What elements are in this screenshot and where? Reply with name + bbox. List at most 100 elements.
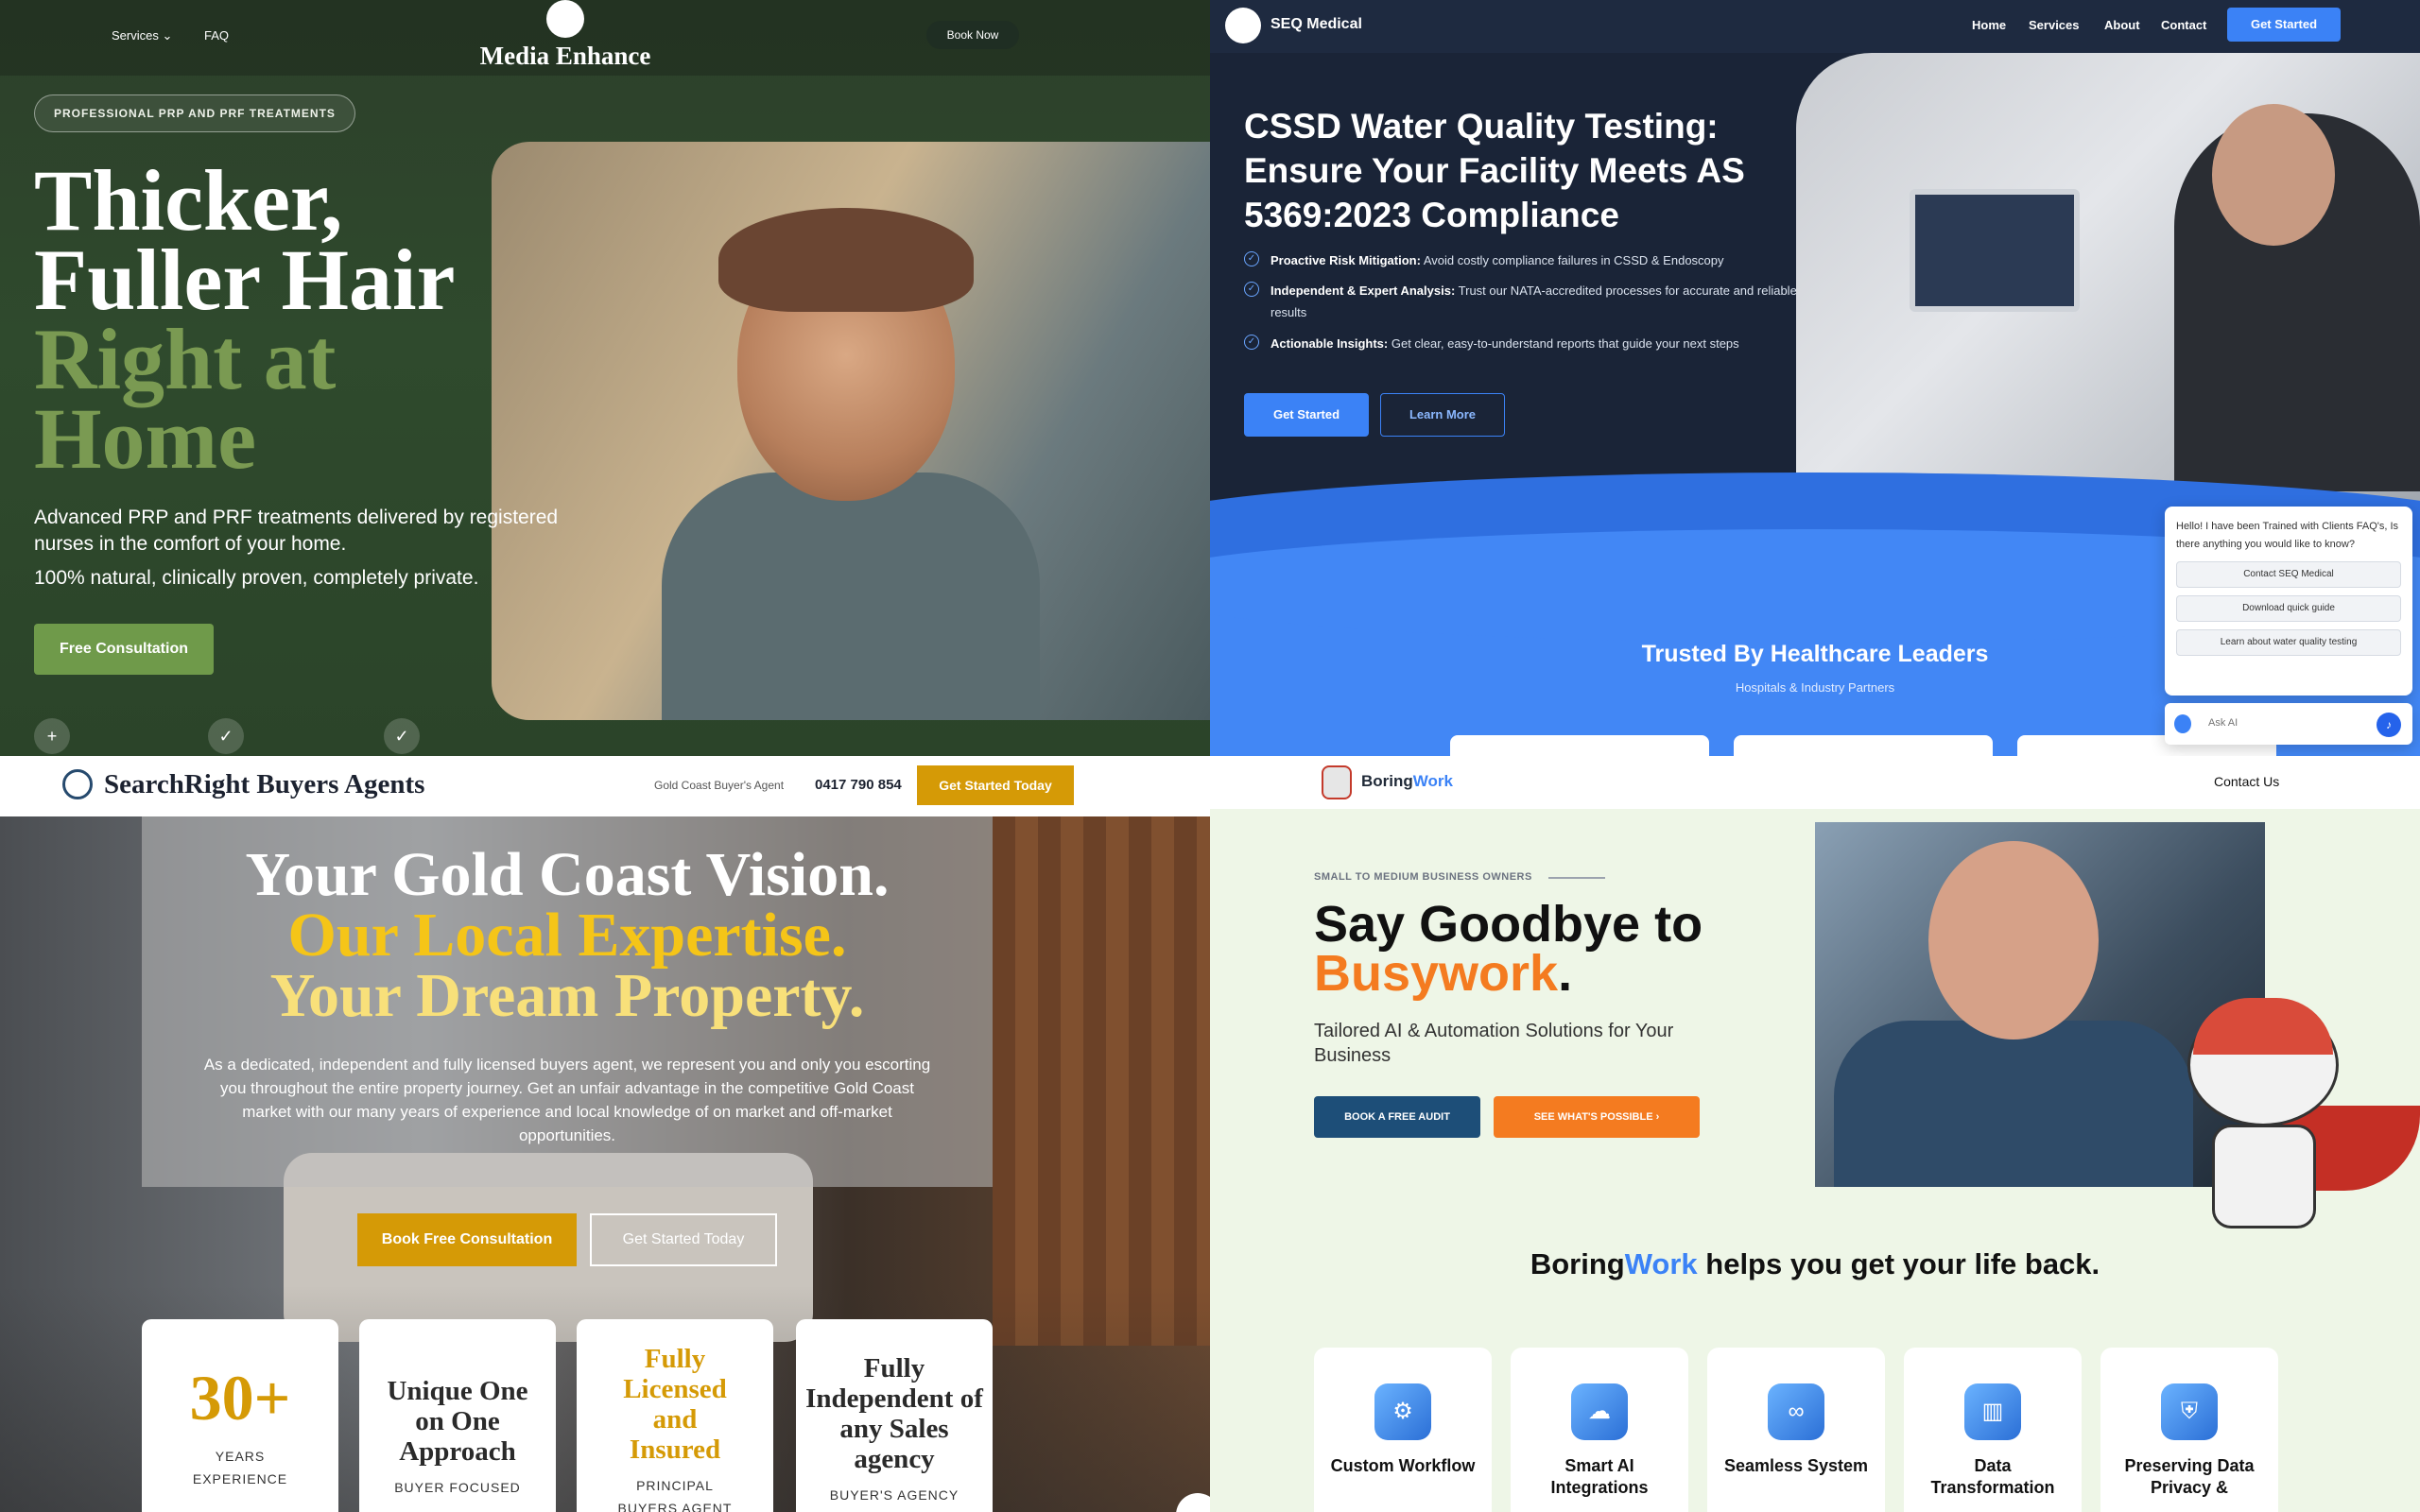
contact-us-link[interactable]: Contact Us: [2214, 774, 2279, 789]
tagline-brand-a: Boring: [1530, 1247, 1625, 1280]
benefit-item: ✓ Proactive Risk Mitigation: Avoid costl…: [1244, 249, 1802, 271]
seq-logo[interactable]: SEQ Medical: [1270, 16, 1362, 33]
get-started-today-button[interactable]: Get Started Today: [590, 1213, 777, 1266]
headline-line-1: Thicker,: [34, 152, 343, 249]
headline-line-3: Your Dream Property.: [269, 961, 865, 1030]
benefit-item: ✓ Independent & Expert Analysis: Trust o…: [1244, 280, 1802, 323]
hero-subtitle: Advanced PRP and PRF treatments delivere…: [34, 507, 559, 555]
lab-photo-technician-head: [2212, 104, 2335, 246]
nav-get-started-button[interactable]: Get Started: [2227, 8, 2341, 42]
chat-widget: Hello! I have been Trained with Clients …: [2165, 507, 2412, 696]
tagline-rest: helps you get your life back.: [1697, 1247, 2100, 1280]
headline-highlight: Busywork: [1314, 945, 1559, 1002]
headline-line-3: Right at: [34, 311, 337, 407]
book-free-consultation-button[interactable]: Book Free Consultation: [357, 1213, 577, 1266]
tagline-brand-b: Work: [1624, 1247, 1698, 1280]
stat-card: Fully Licensed and Insured PRINCIPAL BUY…: [577, 1319, 773, 1512]
headline-line-2: Our Local Expertise.: [287, 901, 847, 970]
shield-icon: ⛨: [2161, 1383, 2218, 1440]
brain-icon: ☁: [1571, 1383, 1628, 1440]
headline-dot: .: [1558, 945, 1573, 1002]
feature-card[interactable]: ∞ Seamless System: [1707, 1348, 1885, 1512]
feature-card[interactable]: ▥ Data Transformation: [1904, 1348, 2082, 1512]
headline-line-1: Say Goodbye to: [1314, 896, 1703, 953]
benefit-title: Actionable Insights:: [1270, 336, 1389, 351]
check-circle-icon: ✓: [1244, 335, 1259, 350]
media-enhance-logo[interactable]: Media Enhance: [454, 42, 677, 71]
nav-about-link[interactable]: About: [2104, 18, 2140, 32]
nav-home-link[interactable]: Home: [1972, 18, 2006, 32]
lab-photo-monitor: [1910, 189, 2080, 312]
chat-option-guide[interactable]: Download quick guide: [2176, 595, 2401, 622]
hero-tagline: 100% natural, clinically proven, complet…: [34, 567, 479, 589]
voice-icon[interactable]: ♪: [2377, 713, 2401, 737]
logo-text-a: Boring: [1361, 772, 1413, 790]
free-consultation-button[interactable]: Free Consultation: [34, 624, 214, 675]
feature-title: Data Transformation: [1930, 1456, 2055, 1497]
workflow-icon: ⚙: [1374, 1383, 1431, 1440]
chat-option-water-testing[interactable]: Learn about water quality testing: [2176, 629, 2401, 656]
phone-link[interactable]: 0417 790 854: [815, 777, 902, 793]
nav-services-link[interactable]: Services: [2029, 18, 2080, 32]
book-now-button[interactable]: Book Now: [926, 21, 1019, 49]
stat-caption: PRINCIPAL BUYERS AGENT: [617, 1478, 733, 1512]
page-title: Say Goodbye to Busywork.: [1314, 896, 1703, 999]
check-icon: ✓: [208, 718, 244, 754]
ask-ai-input[interactable]: [2208, 717, 2369, 729]
feature-card[interactable]: ☁ Smart AI Integrations: [1511, 1348, 1688, 1512]
boringwork-logo[interactable]: BoringWork: [1361, 772, 1453, 791]
chat-option-contact[interactable]: Contact SEQ Medical: [2176, 561, 2401, 588]
stat-title: Fully Licensed and Insured: [623, 1344, 727, 1465]
book-free-audit-button[interactable]: BOOK A FREE AUDIT: [1314, 1096, 1480, 1138]
headline-line-2: Fuller Hair: [34, 232, 456, 328]
hero-photo-shirt: [662, 472, 1040, 720]
benefit-item: ✓ Actionable Insights: Get clear, easy-t…: [1244, 333, 1802, 354]
hero-photo-person-body: [1834, 1021, 2193, 1187]
plus-icon: +: [34, 718, 70, 754]
check-circle-icon: ✓: [1244, 251, 1259, 266]
page-title: CSSD Water Quality Testing: Ensure Your …: [1244, 107, 1745, 234]
stat-caption: YEARS EXPERIENCE: [192, 1449, 288, 1486]
nav-faq-link[interactable]: FAQ: [204, 28, 229, 43]
feature-title: Preserving Data Privacy &: [2124, 1456, 2255, 1497]
benefit-text: Avoid costly compliance failures in CSSD…: [1420, 253, 1724, 267]
get-started-button[interactable]: Get Started: [1244, 393, 1369, 437]
searchright-logo[interactable]: SearchRight Buyers Agents: [104, 769, 424, 800]
seq-logo-icon: [1225, 8, 1261, 43]
feature-card[interactable]: ⛨ Preserving Data Privacy &: [2100, 1348, 2278, 1512]
stat-caption: BUYER FOCUSED: [394, 1480, 521, 1495]
chart-icon: ▥: [1964, 1383, 2021, 1440]
partner-card: [1734, 735, 1993, 756]
boringwork-panel: BoringWork Contact Us SMALL TO MEDIUM BU…: [1210, 756, 2420, 1512]
benefit-title: Proactive Risk Mitigation:: [1270, 253, 1421, 267]
robot-logo-icon: [1322, 765, 1352, 799]
seq-medical-panel: SEQ Medical Home Services About Contact …: [1210, 0, 2420, 756]
benefit-title: Independent & Expert Analysis:: [1270, 284, 1456, 298]
see-whats-possible-label: SEE WHAT'S POSSIBLE: [1533, 1111, 1653, 1123]
eyebrow-divider: [1548, 877, 1605, 879]
feature-card[interactable]: ⚙ Custom Workflow: [1314, 1348, 1492, 1512]
benefit-text: Get clear, easy-to-understand reports th…: [1388, 336, 1739, 351]
nav-get-started-button[interactable]: Get Started Today: [917, 765, 1074, 805]
check-circle-icon: ✓: [1244, 282, 1259, 297]
chevron-down-icon: ⌄: [162, 28, 173, 43]
section-tagline: BoringWork helps you get your life back.: [1210, 1247, 2420, 1281]
robot-mascot-body: [2212, 1125, 2316, 1228]
stat-title: Unique One on One Approach: [387, 1376, 528, 1467]
shield-check-icon: ✓: [384, 718, 420, 754]
chat-message: Hello! I have been Trained with Clients …: [2176, 521, 2399, 550]
nav-contact-link[interactable]: Contact: [2161, 18, 2206, 32]
searchright-panel: SearchRight Buyers Agents Gold Coast Buy…: [0, 756, 1210, 1512]
nav-services-link[interactable]: Services ⌄: [112, 28, 172, 43]
drop-icon: [2174, 714, 2191, 733]
location-label: Gold Coast Buyer's Agent: [654, 779, 785, 792]
stat-title: Fully Independent of any Sales agency: [805, 1353, 983, 1474]
stat-caption: BUYER'S AGENCY: [829, 1487, 959, 1503]
chevron-right-icon: ›: [1655, 1111, 1660, 1123]
ask-ai-bar: ♪: [2165, 703, 2412, 745]
learn-more-button[interactable]: Learn More: [1380, 393, 1505, 437]
headline-line-1: Your Gold Coast Vision.: [245, 840, 890, 909]
drop-logo-icon: [546, 0, 584, 38]
see-whats-possible-button[interactable]: SEE WHAT'S POSSIBLE ›: [1494, 1096, 1700, 1138]
stat-value: 30+: [189, 1362, 291, 1434]
